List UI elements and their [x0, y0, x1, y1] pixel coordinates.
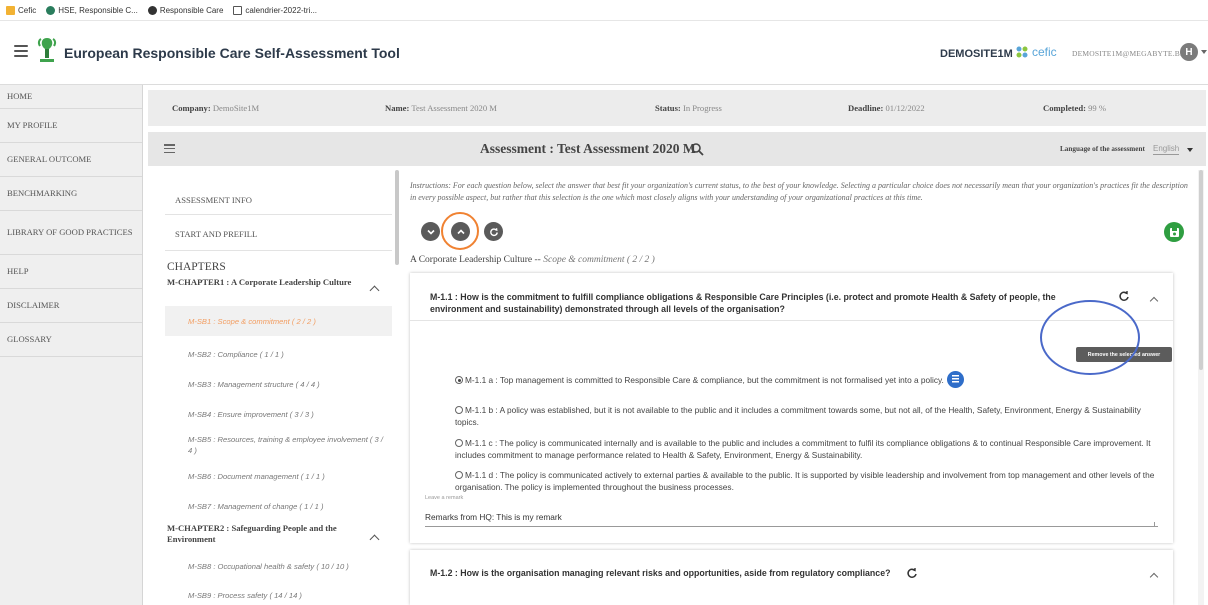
radio[interactable]: [455, 439, 463, 447]
chapter-panel: ASSESSMENT INFO START AND PREFILL CHAPTE…: [165, 170, 392, 605]
undo-icon[interactable]: [906, 567, 918, 579]
bookmark-responsible-care[interactable]: Responsible Care: [147, 5, 223, 15]
undo-icon[interactable]: [1118, 290, 1130, 302]
assessment-header: Assessment : Test Assessment 2020 M Lang…: [148, 132, 1206, 166]
assessment-title: Assessment : Test Assessment 2020 M: [480, 141, 696, 156]
left-nav: HOME MY PROFILE GENERAL OUTCOME BENCHMAR…: [0, 85, 143, 605]
expand-all-button[interactable]: [421, 222, 440, 241]
hse-icon: [46, 5, 56, 15]
start-prefill-link[interactable]: START AND PREFILL: [175, 229, 257, 239]
nav-item-my-profile[interactable]: MY PROFILE: [0, 109, 142, 143]
assessment-info-bar: Company: DemoSite1M Name: Test Assessmen…: [148, 90, 1206, 126]
info-completed: Completed: 99 %: [1043, 103, 1107, 113]
radio-selected[interactable]: [455, 376, 463, 384]
assessment-info-link[interactable]: ASSESSMENT INFO: [175, 195, 252, 205]
save-button[interactable]: [1164, 222, 1184, 242]
info-company: Company: DemoSite1M: [172, 103, 260, 113]
nav-item-help[interactable]: HELP: [0, 255, 142, 289]
chapter-item[interactable]: M-SB8 : Occupational health & safety ( 1…: [165, 561, 392, 572]
chevron-down-icon[interactable]: [1187, 148, 1193, 152]
menu-icon[interactable]: [14, 45, 28, 57]
main-scrollbar[interactable]: [1198, 170, 1204, 605]
chapter-item-active[interactable]: M-SB1 : Scope & commitment ( 2 / 2 ): [165, 306, 392, 336]
answer-option-a[interactable]: M-1.1 a : Top management is committed to…: [455, 371, 1155, 388]
site-name: DEMOSITE1M: [940, 48, 1013, 60]
info-deadline: Deadline: 01/12/2022: [848, 103, 925, 113]
chapter-group-1[interactable]: M-CHAPTER1 : A Corporate Leadership Cult…: [167, 277, 367, 288]
user-email: DEMOSITE1M@MEGABYTE.BE: [1072, 49, 1185, 58]
chapter-item[interactable]: M-SB5 : Resources, training & employee i…: [165, 434, 387, 456]
breadcrumb: A Corporate Leadership Culture -- Scope …: [410, 255, 655, 265]
nav-item-general-outcome[interactable]: GENERAL OUTCOME: [0, 143, 142, 177]
chapter-item[interactable]: M-SB6 : Document management ( 1 / 1 ): [165, 471, 392, 482]
highlight-circle: [441, 212, 479, 250]
chevron-down-icon[interactable]: [1201, 50, 1207, 54]
bookmark-calendrier[interactable]: calendrier-2022-tri...: [233, 5, 317, 15]
search-icon[interactable]: [690, 142, 704, 156]
chapter-item[interactable]: M-SB3 : Management structure ( 4 / 4 ): [165, 379, 392, 390]
nav-item-home[interactable]: HOME: [0, 85, 142, 109]
menu-icon[interactable]: [164, 144, 175, 153]
save-icon: [1169, 227, 1179, 237]
radio[interactable]: [455, 471, 463, 479]
chapters-header: CHAPTERS: [167, 261, 226, 273]
building-icon[interactable]: [946, 371, 964, 388]
chevron-up-icon[interactable]: [1149, 296, 1159, 306]
chevron-up-icon[interactable]: [369, 285, 380, 296]
responsible-care-logo: [37, 38, 57, 62]
remark-input[interactable]: [425, 507, 1158, 527]
chapter-group-2[interactable]: M-CHAPTER2 : Safeguarding People and the…: [167, 523, 367, 545]
reset-all-button[interactable]: [484, 222, 503, 241]
refresh-icon: [489, 227, 498, 236]
chevron-up-icon[interactable]: [369, 534, 380, 545]
bookmark-hse[interactable]: HSE, Responsible C...: [46, 5, 138, 15]
nav-item-disclaimer[interactable]: DISCLAIMER: [0, 289, 142, 323]
question-card: M-1.2 : How is the organisation managing…: [410, 550, 1173, 605]
bookmark-cefic[interactable]: Cefic: [6, 5, 36, 15]
answer-option-b[interactable]: M-1.1 b : A policy was established, but …: [455, 404, 1155, 428]
chapter-item[interactable]: M-SB7 : Management of change ( 1 / 1 ): [165, 501, 392, 512]
radio[interactable]: [455, 406, 463, 414]
cefic-logo: cefic: [1015, 45, 1057, 59]
app-title: European Responsible Care Self-Assessmen…: [64, 45, 400, 61]
nav-item-benchmarking[interactable]: BENCHMARKING: [0, 177, 142, 211]
resize-handle[interactable]: [1150, 522, 1155, 527]
language-label: Language of the assessment: [1060, 145, 1145, 153]
language-select[interactable]: English: [1153, 144, 1180, 155]
chevron-up-icon[interactable]: [1149, 572, 1159, 582]
cefic-icon: [1016, 46, 1028, 58]
instructions: Instructions: For each question below, s…: [410, 181, 1188, 202]
answer-option-d[interactable]: M-1.1 d : The policy is communicated act…: [455, 469, 1155, 493]
annotation-ellipse: [1040, 300, 1140, 375]
nav-item-glossary[interactable]: GLOSSARY: [0, 323, 142, 357]
remark-label: Leave a remark: [425, 495, 464, 501]
chapter-item[interactable]: M-SB9 : Process safety ( 14 / 14 ): [165, 590, 392, 601]
chevron-down-icon: [426, 229, 435, 235]
folder-icon: [6, 5, 15, 15]
info-status: Status: In Progress: [655, 103, 722, 113]
app-header: European Responsible Care Self-Assessmen…: [0, 21, 1208, 85]
nav-item-library[interactable]: LIBRARY OF GOOD PRACTICES: [0, 211, 142, 255]
rc-icon: [147, 5, 157, 15]
avatar[interactable]: H: [1180, 43, 1198, 61]
bookmarks-bar: Cefic HSE, Responsible C... Responsible …: [0, 0, 1208, 21]
chapter-scrollbar[interactable]: [395, 170, 399, 265]
answer-option-c[interactable]: M-1.1 c : The policy is communicated int…: [455, 437, 1155, 461]
document-icon: [233, 5, 243, 15]
question-title[interactable]: M-1.2 : How is the organisation managing…: [430, 568, 890, 578]
info-name: Name: Test Assessment 2020 M: [385, 103, 497, 113]
chapter-item[interactable]: M-SB4 : Ensure improvement ( 3 / 3 ): [165, 409, 392, 420]
chapter-item[interactable]: M-SB2 : Compliance ( 1 / 1 ): [165, 349, 392, 360]
question-title[interactable]: M-1.1 : How is the commitment to fulfill…: [430, 291, 1070, 315]
